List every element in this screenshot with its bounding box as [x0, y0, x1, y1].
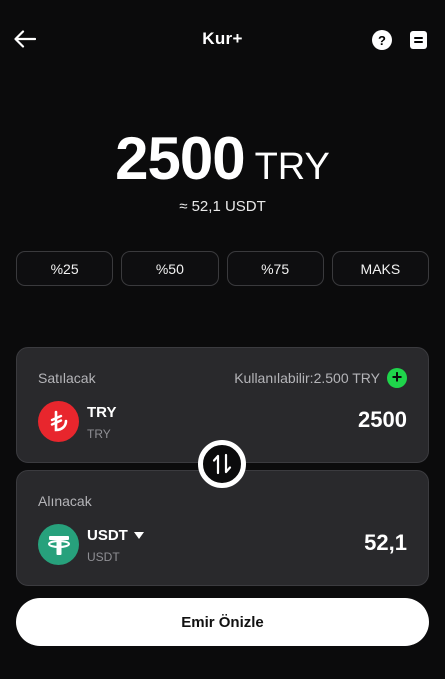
lira-glyph [50, 410, 67, 431]
buy-coin-name: USDT [87, 527, 128, 544]
available-balance: Kullanılabilir:2.500 TRY [234, 370, 380, 386]
percent-chips: %25 %50 %75 MAKS [16, 251, 429, 286]
add-funds-button[interactable]: + [387, 368, 407, 388]
sell-label: Satılacak [38, 370, 96, 386]
amount-display: 2500 TRY [0, 124, 445, 193]
chevron-down-icon [133, 532, 144, 539]
sell-amount-input[interactable]: 2500 [207, 407, 407, 433]
amount-currency: TRY [254, 146, 330, 188]
buy-label: Alınacak [38, 493, 92, 509]
percent-chip-max[interactable]: MAKS [331, 251, 429, 286]
help-glyph: ? [378, 32, 386, 48]
document-icon[interactable] [410, 31, 427, 49]
approx-conversion: ≈ 52,1 USDT [179, 198, 266, 215]
percent-chip-75[interactable]: %75 [226, 251, 324, 286]
document-line [414, 37, 423, 39]
lira-icon [38, 401, 79, 442]
tether-glyph [47, 535, 70, 555]
convert-screen: Kur+ ? 2500 TRY ≈ 52,1 USDT %25 %50 %75 M… [0, 0, 445, 679]
document-line [414, 41, 423, 43]
preview-order-button[interactable]: Emir Önizle [16, 598, 429, 646]
amount-value: 2500 [115, 125, 245, 192]
percent-chip-50[interactable]: %50 [121, 251, 219, 286]
swap-button[interactable] [198, 440, 246, 488]
percent-chip-25[interactable]: %25 [16, 251, 114, 286]
question-circle-icon[interactable]: ? [372, 30, 392, 50]
sell-coin-sub: TRY [87, 427, 111, 441]
buy-coin-selector[interactable]: USDT [87, 527, 144, 544]
sell-coin-name: TRY [87, 404, 117, 421]
tether-icon [38, 524, 79, 565]
swap-arrows-icon [212, 453, 232, 475]
buy-coin-sub: USDT [87, 550, 120, 564]
header: Kur+ ? [0, 0, 445, 78]
buy-amount-input[interactable]: 52,1 [207, 530, 407, 556]
